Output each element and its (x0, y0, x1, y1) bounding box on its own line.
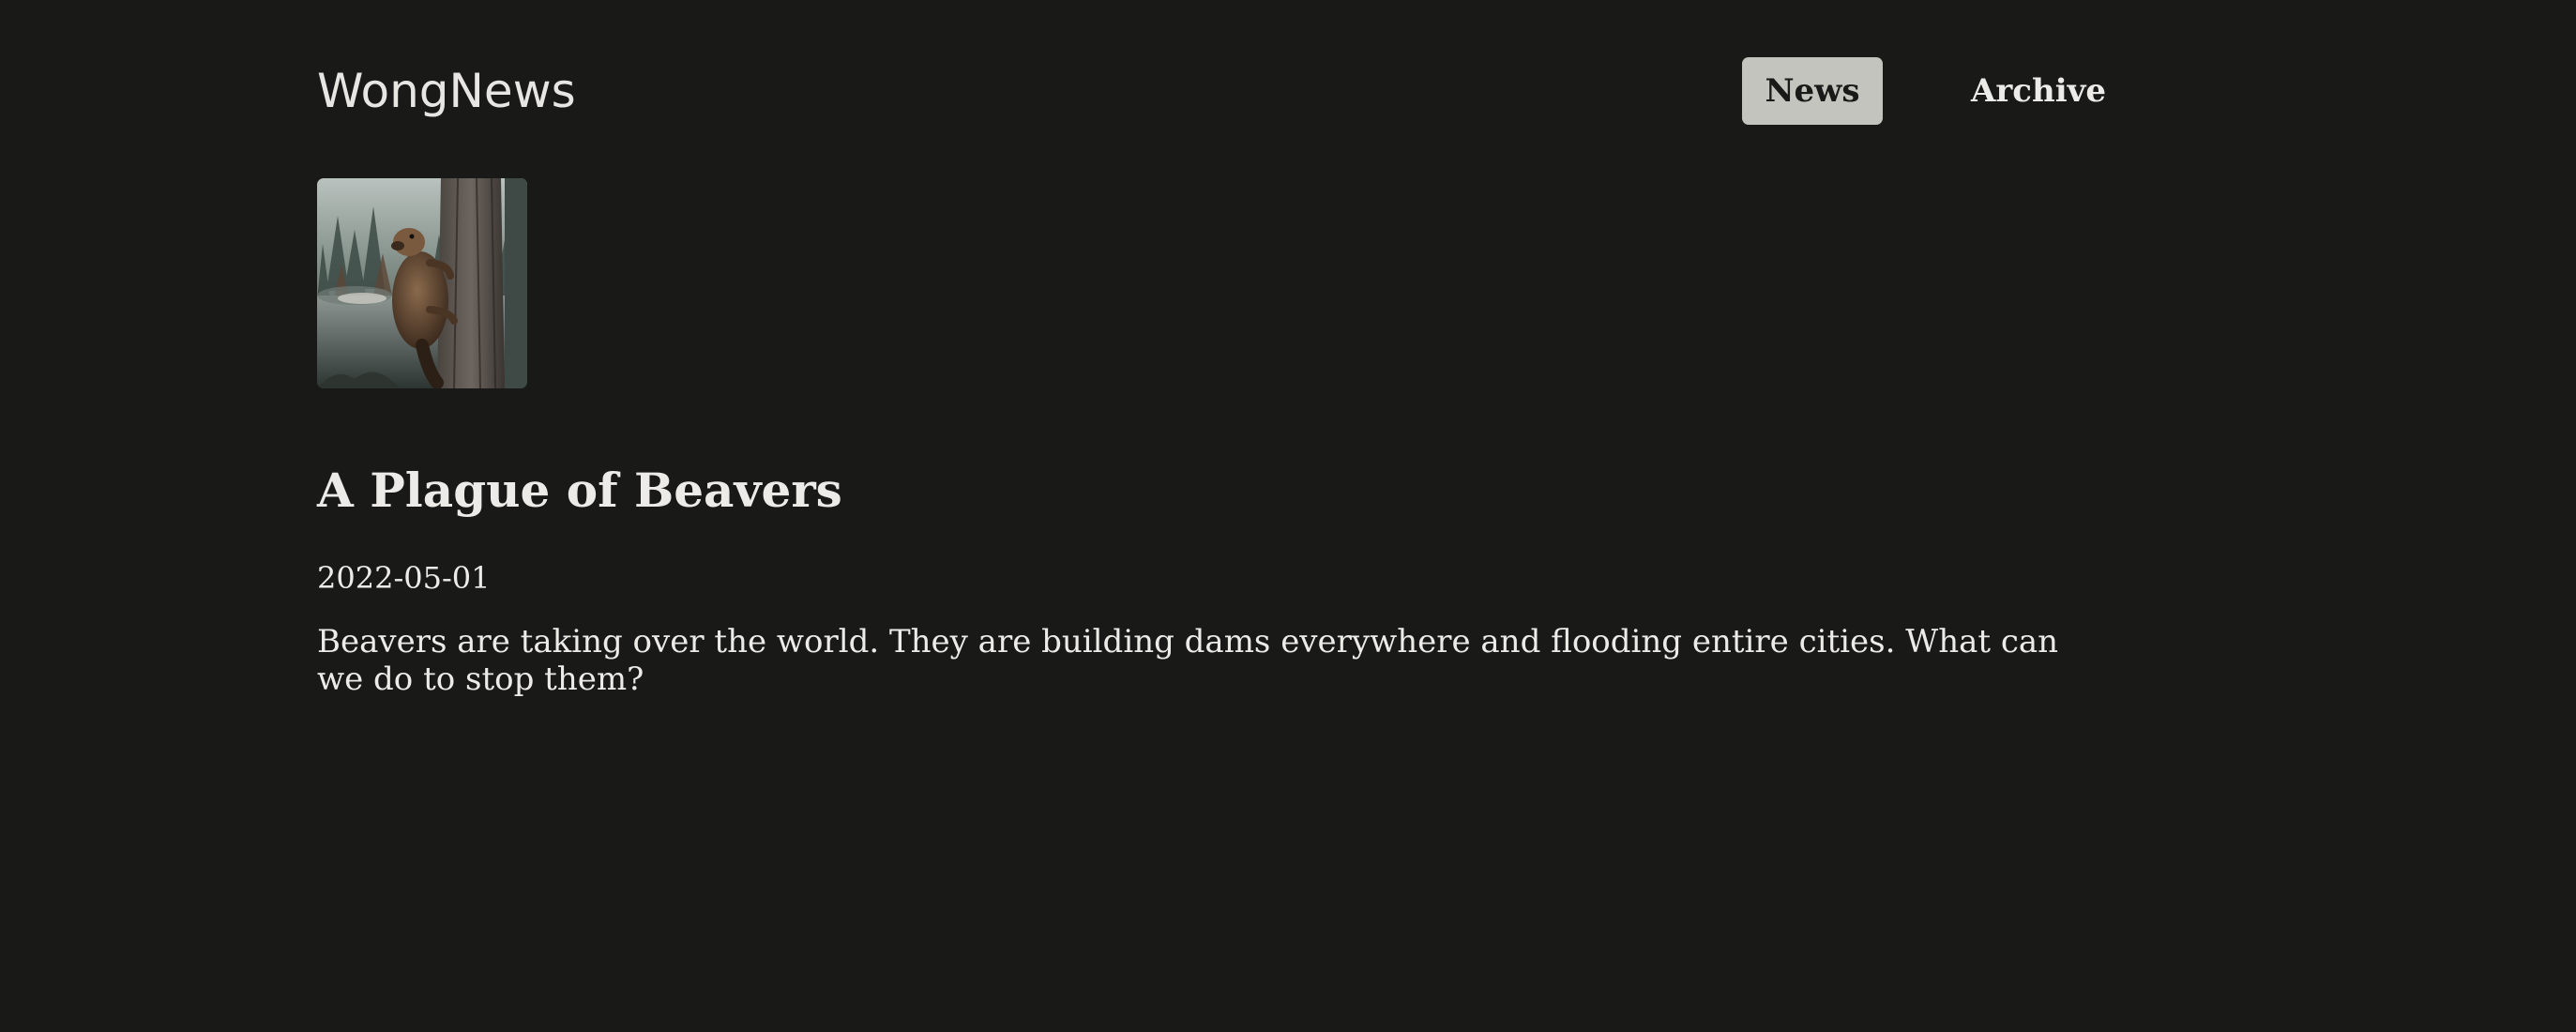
post-title[interactable]: A Plague of Beavers (317, 458, 842, 524)
post-date: 2022-05-01 (317, 560, 491, 596)
nav-item-news[interactable]: News (1742, 57, 1883, 125)
post-body-text: Beavers are taking over the world. They … (317, 623, 2059, 698)
page: WongNews News Archive A Plague of Beaver… (0, 0, 2576, 1032)
post-thumbnail-image[interactable] (317, 178, 527, 388)
beaver-image (317, 178, 527, 388)
nav-item-archive[interactable]: Archive (1941, 57, 2136, 125)
site-title-link[interactable]: WongNews (317, 58, 576, 124)
main-nav: News Archive (1742, 57, 2136, 125)
